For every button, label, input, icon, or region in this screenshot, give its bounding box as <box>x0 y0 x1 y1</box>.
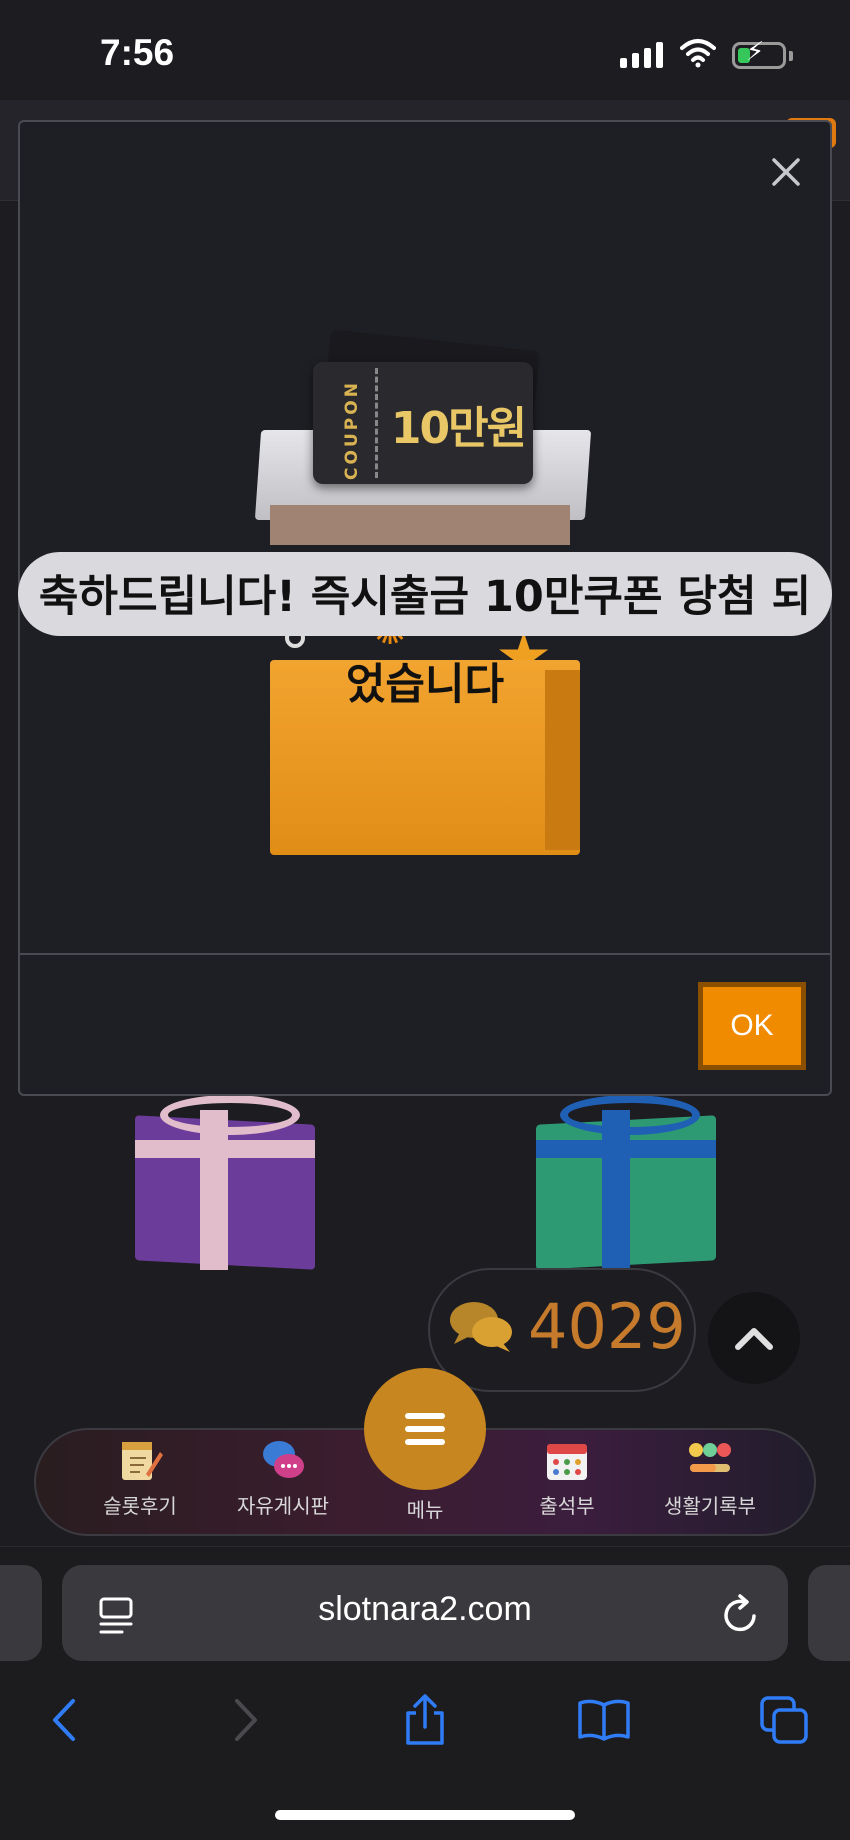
modal-title: 축하드립니다! 즉시출금 10만쿠폰 당첨 되 <box>38 572 812 622</box>
back-button[interactable] <box>34 1690 94 1750</box>
nav-item-slot-reviews[interactable]: 슬롯후기 <box>70 1432 210 1532</box>
bookmarks-button[interactable] <box>574 1690 634 1750</box>
hamburger-icon <box>405 1413 445 1445</box>
book-icon <box>578 1699 630 1741</box>
url-text: slotnara2.com <box>318 1590 532 1628</box>
purple-gift-bow <box>160 1095 300 1135</box>
nav-label: 출석부 <box>539 1494 595 1518</box>
wifi-icon <box>680 39 716 68</box>
chat-bubbles-icon <box>450 1302 512 1352</box>
modal-divider <box>18 953 832 955</box>
chevron-up-icon <box>735 1328 773 1350</box>
reload-icon[interactable] <box>722 1592 760 1634</box>
green-gift-bow <box>560 1095 700 1135</box>
previous-tab-preview[interactable] <box>0 1565 42 1661</box>
chat-bubbles-icon <box>263 1441 304 1478</box>
notepad-pencil-icon <box>122 1442 163 1480</box>
ok-button[interactable]: OK <box>698 982 806 1070</box>
nav-item-life-record[interactable]: 생활기록부 <box>640 1432 780 1532</box>
chat-count: 4029 <box>528 1290 686 1363</box>
tabs-icon <box>760 1696 808 1744</box>
status-time: 7:56 <box>100 32 175 73</box>
forward-button[interactable] <box>216 1690 276 1750</box>
modal-title-continued: 었습니다 <box>345 660 505 710</box>
emoji-bars-icon <box>689 1443 731 1472</box>
chevron-right-icon <box>235 1699 257 1741</box>
next-tab-preview[interactable] <box>808 1565 850 1661</box>
menu-button[interactable] <box>364 1368 486 1490</box>
cellular-signal-icon <box>620 42 663 68</box>
tabs-button[interactable] <box>754 1690 814 1750</box>
nav-label: 슬롯후기 <box>103 1494 177 1518</box>
calendar-icon <box>547 1444 587 1480</box>
coupon-label: COUPON <box>342 380 362 480</box>
home-indicator <box>275 1810 575 1820</box>
nav-label: 자유게시판 <box>237 1494 329 1518</box>
close-icon[interactable] <box>766 152 806 192</box>
share-button[interactable] <box>395 1690 455 1750</box>
chevron-left-icon <box>53 1699 75 1741</box>
coupon-amount: 10만원 <box>390 403 527 454</box>
nav-label-menu: 메뉴 <box>406 1498 444 1522</box>
nav-item-free-board[interactable]: 자유게시판 <box>213 1432 353 1532</box>
charging-bolt-icon: ⚡ <box>746 37 765 67</box>
nav-item-attendance[interactable]: 출석부 <box>497 1432 637 1532</box>
share-icon <box>406 1694 444 1745</box>
scroll-top-button[interactable] <box>708 1292 800 1384</box>
nav-label: 생활기록부 <box>664 1494 756 1518</box>
